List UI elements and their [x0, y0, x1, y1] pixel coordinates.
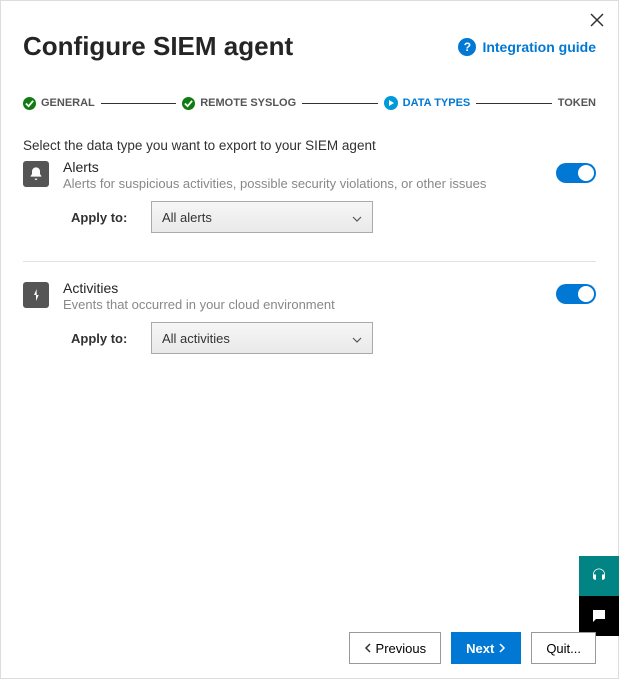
help-icon: ? — [458, 38, 476, 56]
alerts-scope-select[interactable]: All alerts — [151, 201, 373, 233]
play-icon — [384, 96, 398, 110]
step-remote-syslog[interactable]: REMOTE SYSLOG — [182, 97, 296, 110]
step-general[interactable]: GENERAL — [23, 97, 95, 110]
support-widget[interactable] — [579, 556, 619, 596]
alerts-toggle[interactable] — [556, 163, 596, 183]
activities-scope-select[interactable]: All activities — [151, 322, 373, 354]
chevron-down-icon — [352, 331, 362, 346]
bell-icon — [23, 161, 49, 187]
activities-apply-label: Apply to: — [71, 331, 139, 346]
guide-link-label: Integration guide — [482, 39, 596, 55]
close-button[interactable] — [590, 11, 604, 32]
activities-desc: Events that occurred in your cloud envir… — [63, 297, 542, 312]
chevron-right-icon — [498, 643, 506, 653]
alerts-title: Alerts — [63, 159, 542, 175]
chevron-left-icon — [364, 643, 372, 653]
step-data-types[interactable]: DATA TYPES — [384, 96, 471, 110]
alerts-apply-label: Apply to: — [71, 210, 139, 225]
activity-icon — [23, 282, 49, 308]
intro-text: Select the data type you want to export … — [23, 138, 596, 153]
page-title: Configure SIEM agent — [23, 31, 293, 62]
wizard-stepper: GENERAL REMOTE SYSLOG DATA TYPES TOKEN — [23, 96, 596, 110]
check-icon — [182, 97, 195, 110]
step-token[interactable]: TOKEN — [558, 97, 596, 109]
activities-toggle[interactable] — [556, 284, 596, 304]
check-icon — [23, 97, 36, 110]
divider — [23, 261, 596, 262]
activities-title: Activities — [63, 280, 542, 296]
alerts-section: Alerts Alerts for suspicious activities,… — [23, 159, 596, 233]
integration-guide-link[interactable]: ? Integration guide — [458, 38, 596, 56]
chevron-down-icon — [352, 210, 362, 225]
next-button[interactable]: Next — [451, 632, 521, 664]
activities-section: Activities Events that occurred in your … — [23, 280, 596, 354]
previous-button[interactable]: Previous — [349, 632, 442, 664]
quit-button[interactable]: Quit... — [531, 632, 596, 664]
feedback-widget[interactable] — [579, 596, 619, 636]
alerts-desc: Alerts for suspicious activities, possib… — [63, 176, 542, 191]
